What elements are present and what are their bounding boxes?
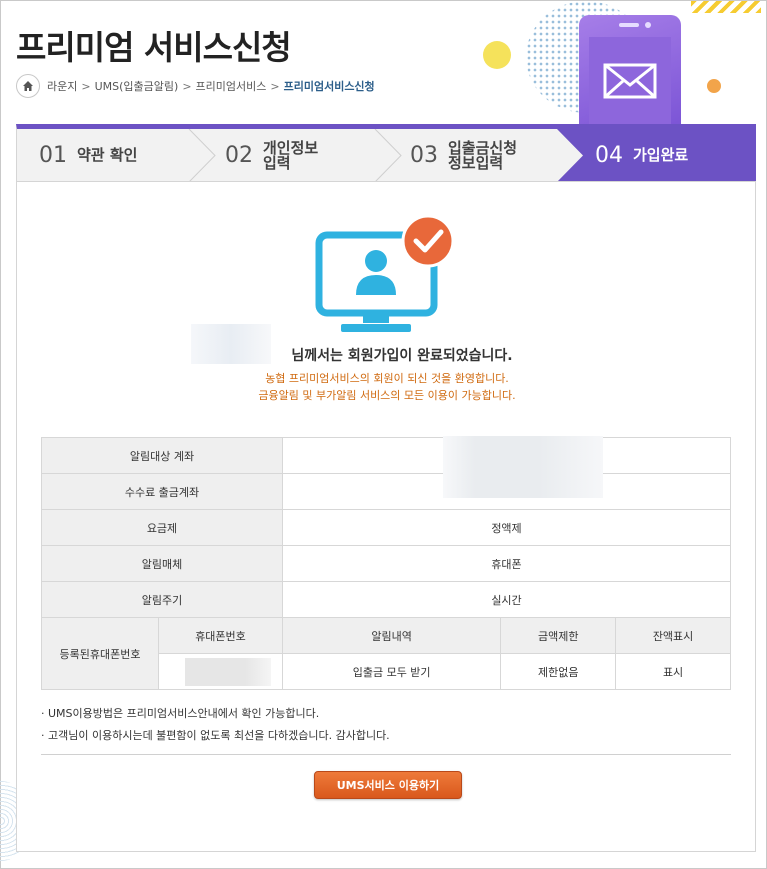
welcome-message-1: 농협 프리미엄서비스의 회원이 되신 것을 환영합니다.: [265, 372, 509, 385]
plan-value: 정액제: [282, 509, 731, 546]
breadcrumb-item-lounge[interactable]: 라운지: [47, 78, 77, 94]
row-label-plan: 요금제: [41, 509, 283, 546]
step-label: 입출금신청 정보입력: [448, 138, 518, 172]
content-panel: 님께서는 회원가입이 완료되었습니다. 농협 프리미엄서비스의 회원이 되신 것…: [16, 182, 756, 852]
table-row: 요금제 정액제: [41, 509, 731, 546]
note-item: · UMS이용방법은 프리미엄서비스안내에서 확인 가능합니다.: [41, 707, 320, 720]
step-3: 03 입출금신청 정보입력: [410, 129, 518, 181]
table-row: 등록된휴대폰번호 휴대폰번호 알림내역 금액제한 잔액표시: [41, 617, 731, 690]
breadcrumb: 라운지 > UMS(입출금알림) > 프리미엄서비스 > 프리미엄서비스신청: [16, 74, 375, 98]
column-header-amount-limit: 금액제한: [500, 617, 617, 654]
table-row: 알림주기 실시간: [41, 581, 731, 618]
table-row: 알림대상 계좌: [41, 436, 731, 498]
step-number: 02: [225, 143, 253, 168]
decor-yellow-circle: [483, 41, 511, 69]
mail-icon: [603, 63, 657, 99]
row-label-fee-account: 수수료 출금계좌: [41, 473, 283, 510]
chevron-right-icon: [188, 129, 216, 181]
breadcrumb-separator: >: [270, 79, 280, 93]
step-label: 개인정보 입력: [263, 138, 319, 172]
page-frame: 프리미엄 서비스신청 라운지 > UMS(입출금알림) > 프리미엄서비스 > …: [0, 0, 767, 869]
step-2: 02 개인정보 입력: [225, 129, 319, 181]
breadcrumb-item-premium[interactable]: 프리미엄서비스: [196, 78, 267, 94]
check-icon: [401, 215, 455, 268]
amount-limit-value: 제한없음: [500, 653, 617, 690]
notes: · UMS이용방법은 프리미엄서비스안내에서 확인 가능합니다. · 고객님이 …: [41, 703, 390, 747]
table-row: 알림매체 휴대폰: [41, 545, 731, 582]
alert-account-value: [282, 436, 731, 498]
phone-number-value: [158, 653, 283, 690]
ums-service-button[interactable]: UMS서비스 이용하기: [314, 771, 462, 799]
chevron-right-icon: [374, 129, 402, 181]
row-label-alert-cycle: 알림주기: [41, 581, 283, 618]
step-label: 가입완료: [633, 146, 689, 164]
alert-medium-value: 휴대폰: [282, 545, 731, 582]
home-button[interactable]: [16, 74, 40, 98]
step-4: 04 가입완료: [595, 129, 689, 181]
row-label-alert-medium: 알림매체: [41, 545, 283, 582]
balance-display-value: 표시: [615, 653, 731, 690]
column-header-phone: 휴대폰번호: [158, 617, 283, 654]
home-icon: [23, 81, 33, 91]
row-label-registered-phone: 등록된휴대폰번호: [41, 617, 159, 690]
step-number: 04: [595, 143, 623, 168]
divider: [41, 754, 731, 755]
step-number: 01: [39, 143, 67, 168]
welcome-message-2: 금융알림 및 부가알림 서비스의 모든 이용이 가능합니다.: [258, 389, 516, 402]
page-title: 프리미엄 서비스신청: [16, 28, 292, 67]
alert-detail-value: 입출금 모두 받기: [281, 653, 502, 690]
column-header-alert-detail: 알림내역: [281, 617, 502, 654]
step-label: 약관 확인: [77, 146, 138, 164]
alert-cycle-value: 실시간: [282, 581, 731, 618]
subscription-info-table: 알림대상 계좌 수수료 출금계좌 요금제 정액제 알림매체 휴대폰 알림주기 실…: [41, 436, 731, 690]
welcome-title: 님께서는 회원가입이 완료되었습니다.: [291, 348, 513, 364]
decor-stripes: [691, 1, 761, 13]
column-header-balance-display: 잔액표시: [615, 617, 731, 654]
breadcrumb-separator: >: [81, 79, 91, 93]
note-item: · 고객님이 이용하시는데 불편함이 없도록 최선을 다하겠습니다. 감사합니다…: [41, 729, 390, 742]
row-label-alert-account: 알림대상 계좌: [41, 437, 283, 474]
breadcrumb-item-ums[interactable]: UMS(입출금알림): [95, 78, 179, 94]
breadcrumb-item-current: 프리미엄서비스신청: [283, 80, 375, 93]
decor-orange-circle: [707, 79, 721, 93]
breadcrumb-separator: >: [182, 79, 192, 93]
table-row: 수수료 출금계좌: [41, 473, 731, 510]
progress-steps: 01 약관 확인 02 개인정보 입력 03 입출금신청 정보입력 04 가입완료: [16, 124, 756, 182]
step-1: 01 약관 확인: [39, 129, 138, 181]
step-number: 03: [410, 143, 438, 168]
monitor-user-icon: [315, 215, 455, 332]
phone-illustration: [579, 15, 681, 125]
